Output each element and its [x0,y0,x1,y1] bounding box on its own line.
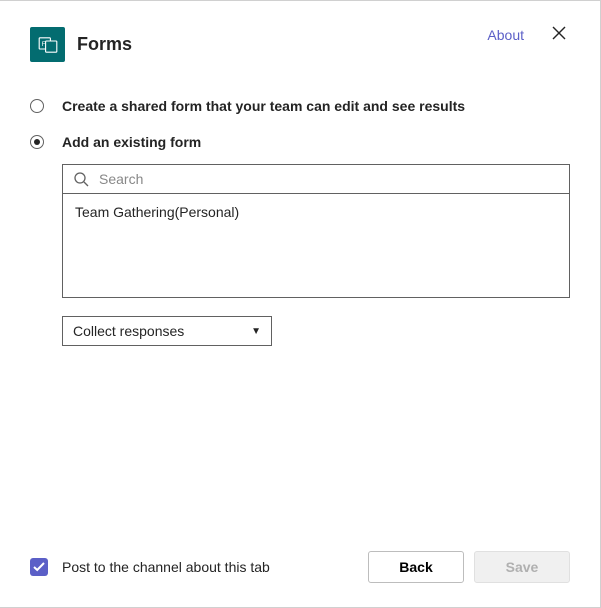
option-create-shared[interactable]: Create a shared form that your team can … [30,98,570,114]
form-list[interactable]: Team Gathering(Personal) [62,194,570,298]
post-to-channel-label: Post to the channel about this tab [62,559,358,575]
forms-add-tab-dialog: F Forms About Create a shared form that … [0,0,601,608]
option-label: Add an existing form [62,134,201,150]
action-dropdown[interactable]: Collect responses ▼ [62,316,272,346]
chevron-down-icon: ▼ [251,326,261,337]
close-button[interactable] [552,26,570,44]
search-box[interactable] [62,164,570,194]
dialog-footer: Post to the channel about this tab Back … [30,551,570,583]
search-icon [73,171,89,187]
back-button[interactable]: Back [368,551,464,583]
option-add-existing[interactable]: Add an existing form [30,134,570,150]
radio-add-existing[interactable] [30,135,44,149]
post-to-channel-checkbox[interactable] [30,558,48,576]
option-label: Create a shared form that your team can … [62,98,465,114]
save-button[interactable]: Save [474,551,570,583]
close-icon [552,26,566,40]
existing-form-area: Team Gathering(Personal) Collect respons… [62,164,570,346]
radio-create-shared[interactable] [30,99,44,113]
search-input[interactable] [97,170,559,188]
check-icon [33,562,45,572]
svg-text:F: F [41,40,45,47]
forms-app-icon: F [30,27,65,62]
list-item[interactable]: Team Gathering(Personal) [75,202,557,222]
dropdown-selected: Collect responses [73,323,184,339]
about-link[interactable]: About [487,27,524,43]
dialog-header: F Forms About [30,27,570,62]
dialog-title: Forms [77,34,475,55]
